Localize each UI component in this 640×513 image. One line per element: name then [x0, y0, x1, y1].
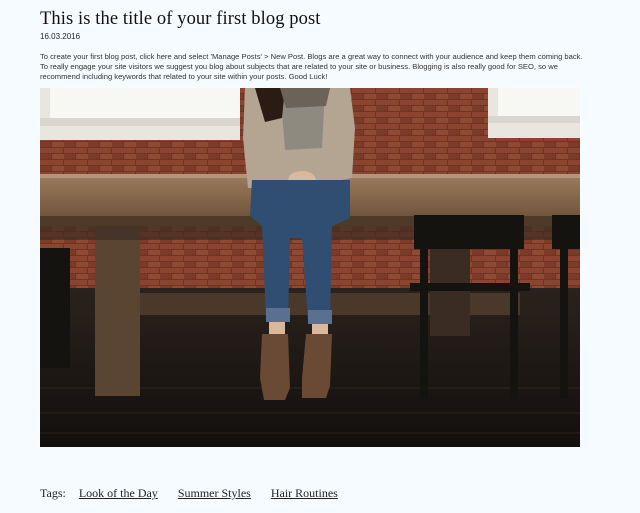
tag-link-summer-styles[interactable]: Summer Styles	[178, 486, 251, 500]
tags-bar: Tags: Look of the Day Summer Styles Hair…	[40, 486, 355, 501]
tag-link-hair-routines[interactable]: Hair Routines	[271, 486, 338, 500]
tags-label: Tags:	[40, 486, 66, 500]
tag-link-look-of-the-day[interactable]: Look of the Day	[79, 486, 158, 500]
post-date: 16.03.2016	[40, 32, 81, 41]
post-image	[40, 88, 580, 447]
post-body: To create your first blog post, click he…	[40, 52, 583, 82]
post-photo	[40, 88, 580, 447]
post-title[interactable]: This is the title of your first blog pos…	[40, 9, 321, 30]
